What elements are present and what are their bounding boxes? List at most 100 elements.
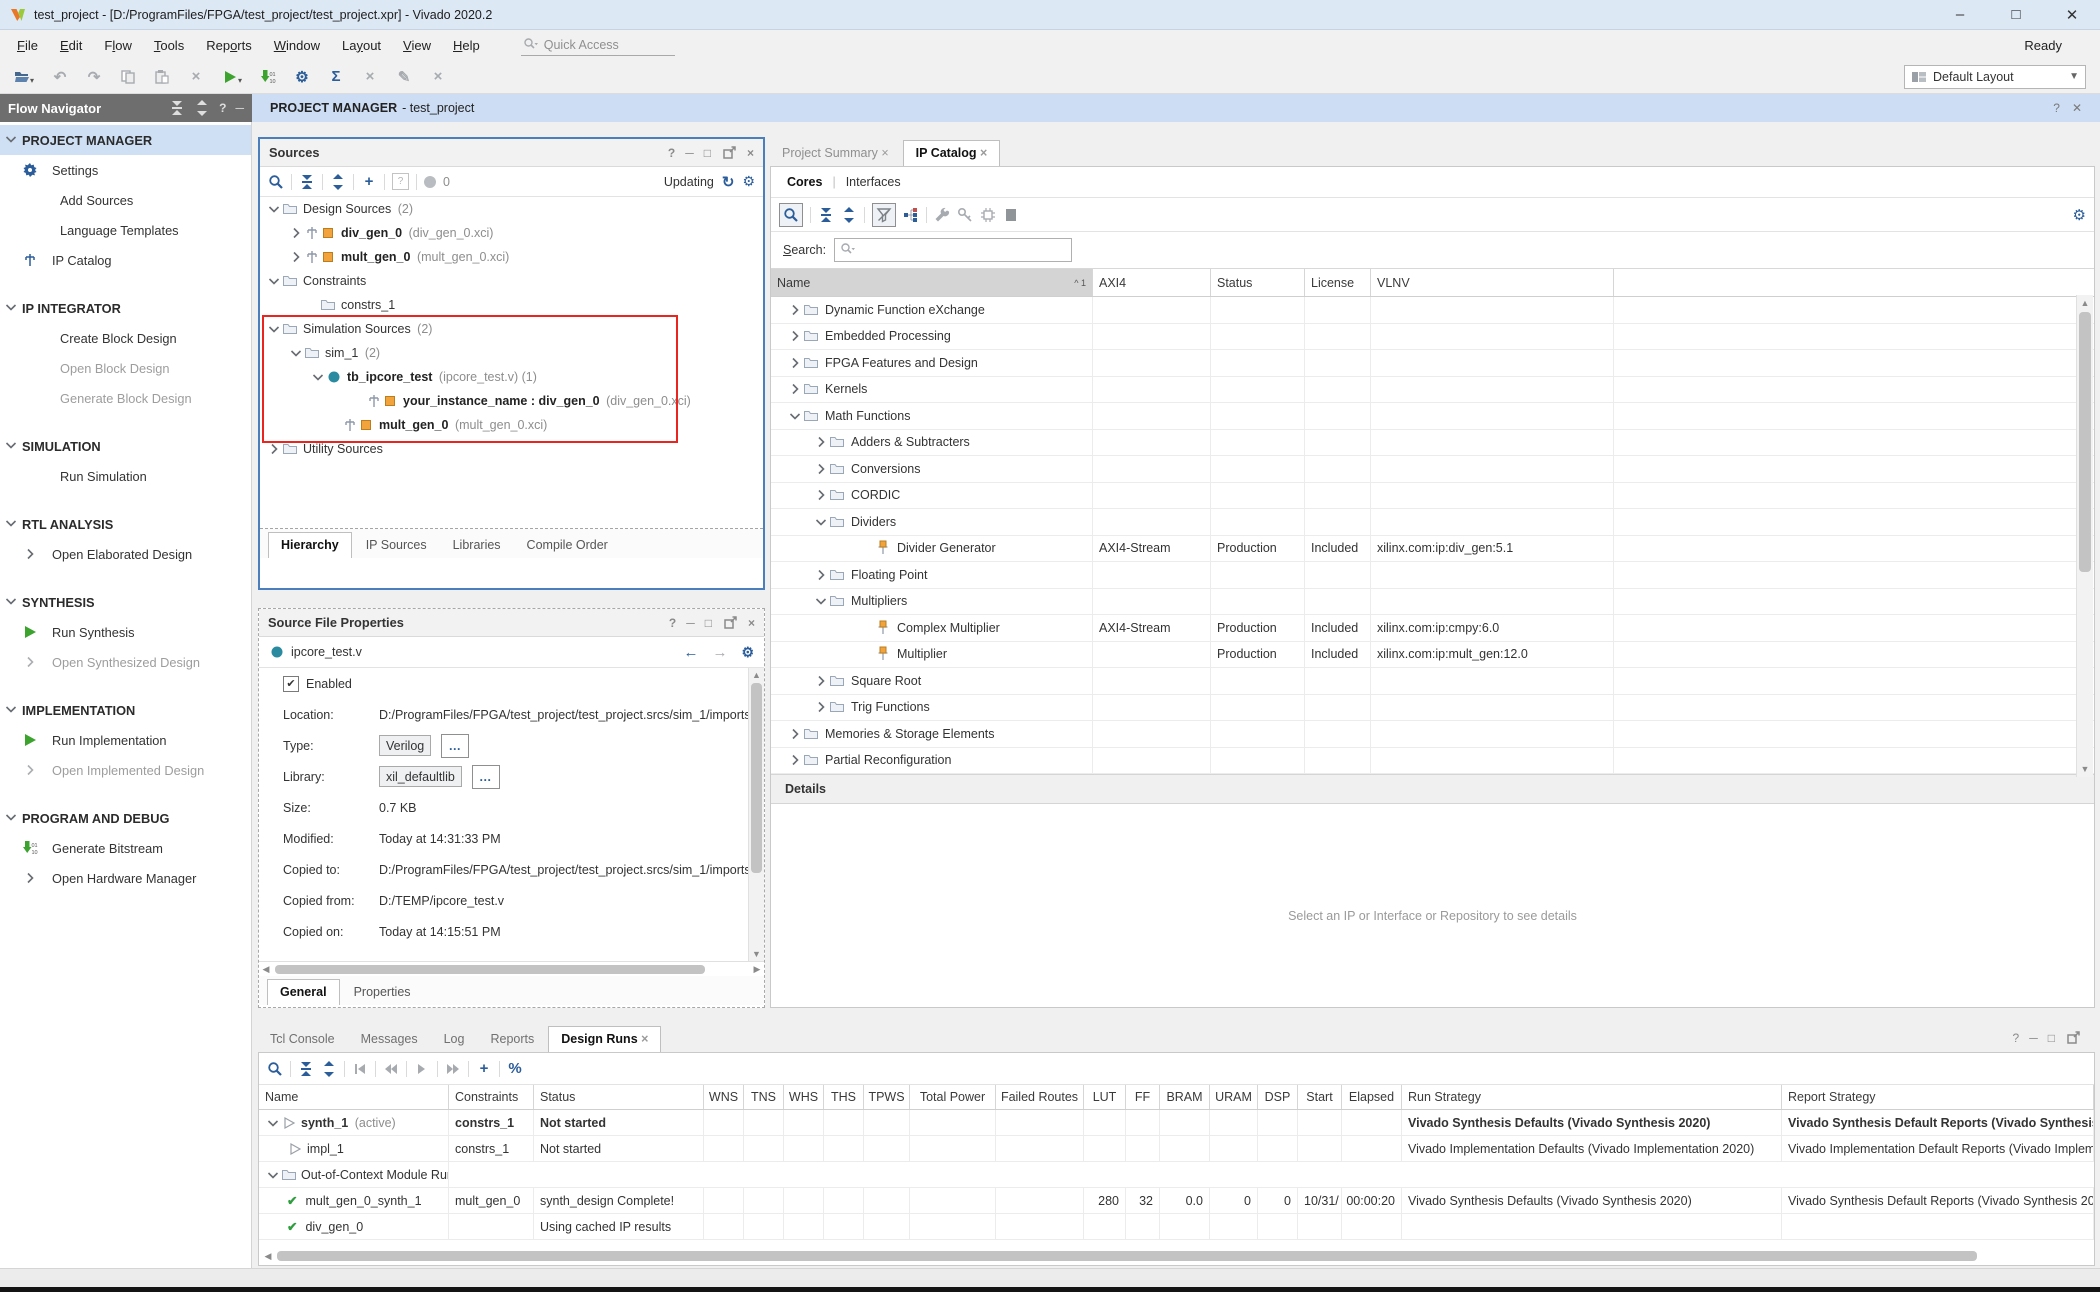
key-button[interactable] bbox=[957, 207, 973, 223]
source-tree-row[interactable]: div_gen_0 (div_gen_0.xci) bbox=[260, 221, 763, 245]
column-header-ths[interactable]: THS bbox=[824, 1085, 864, 1109]
close-x-button[interactable]: × bbox=[430, 69, 446, 85]
sidebar-item-run-simulation[interactable]: Run Simulation bbox=[0, 461, 251, 491]
column-header-axi4[interactable]: AXI4 bbox=[1093, 269, 1211, 296]
flow-section-header-synthesis[interactable]: SYNTHESIS bbox=[0, 587, 251, 617]
skip-start-button[interactable] bbox=[352, 1061, 368, 1077]
forward-arrow-icon[interactable]: → bbox=[712, 644, 727, 661]
ip-catalog-row[interactable]: Square Root bbox=[771, 668, 2094, 695]
chevron-right-icon[interactable] bbox=[813, 673, 829, 689]
design-run-row[interactable]: Out-of-Context Module Runs bbox=[259, 1162, 2094, 1188]
collapse-all-button[interactable] bbox=[298, 1061, 314, 1077]
ip-catalog-row[interactable]: Kernels bbox=[771, 377, 2094, 404]
horizontal-scrollbar[interactable]: ◀▶ bbox=[259, 961, 764, 976]
menu-flow[interactable]: Flow bbox=[93, 34, 142, 57]
chevron-down-icon[interactable] bbox=[265, 1115, 281, 1131]
ip-catalog-row[interactable]: Embedded Processing bbox=[771, 324, 2094, 351]
tab-reports[interactable]: Reports bbox=[478, 1027, 546, 1052]
gear-icon[interactable]: ⚙ bbox=[2073, 206, 2086, 224]
ip-catalog-row[interactable]: Divider GeneratorAXI4-StreamProductionIn… bbox=[771, 536, 2094, 563]
undo-button[interactable]: ↶ bbox=[52, 69, 68, 85]
source-tree-row[interactable]: constrs_1 bbox=[260, 293, 763, 317]
column-header-ff[interactable]: FF bbox=[1126, 1085, 1160, 1109]
paste-button[interactable] bbox=[154, 69, 170, 85]
column-header-tpws[interactable]: TPWS bbox=[864, 1085, 910, 1109]
vertical-scrollbar[interactable]: ▲▼ bbox=[748, 668, 764, 961]
column-header-status[interactable]: Status bbox=[1211, 269, 1305, 296]
design-run-row[interactable]: ✔mult_gen_0_synth_1mult_gen_0synth_desig… bbox=[259, 1188, 2094, 1214]
column-header-lut[interactable]: LUT bbox=[1084, 1085, 1126, 1109]
sidebar-item-settings[interactable]: Settings bbox=[0, 155, 251, 185]
tab-compile-order[interactable]: Compile Order bbox=[515, 533, 620, 558]
search-button[interactable] bbox=[267, 1061, 283, 1077]
ip-catalog-row[interactable]: Conversions bbox=[771, 456, 2094, 483]
expand-all-button[interactable] bbox=[321, 1061, 337, 1077]
column-header-uram[interactable]: URAM bbox=[1210, 1085, 1258, 1109]
ip-catalog-row[interactable]: Math Functions bbox=[771, 403, 2094, 430]
gear-icon[interactable]: ⚙ bbox=[741, 644, 754, 661]
minimize-icon[interactable]: ─ bbox=[2029, 1031, 2038, 1045]
design-run-row[interactable]: synth_1 (active)constrs_1Not startedViva… bbox=[259, 1110, 2094, 1136]
source-tree-row[interactable]: Simulation Sources (2) bbox=[260, 317, 763, 341]
tab-properties[interactable]: Properties bbox=[342, 980, 423, 1005]
column-header-name[interactable]: Name bbox=[259, 1085, 449, 1109]
close-icon[interactable]: × bbox=[878, 146, 889, 160]
flow-section-header-rtl-analysis[interactable]: RTL ANALYSIS bbox=[0, 509, 251, 539]
menu-help[interactable]: Help bbox=[442, 34, 491, 57]
percent-button[interactable]: % bbox=[507, 1061, 523, 1077]
flow-section-header-ip-integrator[interactable]: IP INTEGRATOR bbox=[0, 293, 251, 323]
ip-catalog-row[interactable]: CORDIC bbox=[771, 483, 2094, 510]
chevron-right-icon[interactable] bbox=[787, 381, 803, 397]
sidebar-item-open-synthesized-design[interactable]: Open Synthesized Design bbox=[0, 647, 251, 677]
subtab-interfaces[interactable]: Interfaces bbox=[846, 175, 901, 189]
source-tree-row[interactable]: your_instance_name : div_gen_0 (div_gen_… bbox=[260, 389, 763, 413]
chevron-right-icon[interactable] bbox=[813, 434, 829, 450]
next1-button[interactable] bbox=[414, 1061, 430, 1077]
tab-design-runs[interactable]: Design Runs × bbox=[548, 1026, 661, 1052]
menu-reports[interactable]: Reports bbox=[195, 34, 263, 57]
tab-ip-sources[interactable]: IP Sources bbox=[354, 533, 439, 558]
refresh-icon[interactable]: ↻ bbox=[722, 173, 735, 191]
design-run-row[interactable]: impl_1constrs_1Not startedVivado Impleme… bbox=[259, 1136, 2094, 1162]
close-icon[interactable]: ✕ bbox=[2072, 101, 2082, 115]
sidebar-item-open-implemented-design[interactable]: Open Implemented Design bbox=[0, 755, 251, 785]
column-header-vlnv[interactable]: VLNV bbox=[1371, 269, 1614, 296]
chevron-right-icon[interactable] bbox=[266, 441, 282, 457]
column-header-license[interactable]: License bbox=[1305, 269, 1371, 296]
source-tree-row[interactable]: Utility Sources bbox=[260, 437, 763, 461]
settings-gear-button[interactable]: ⚙ bbox=[294, 69, 310, 85]
column-header-dsp[interactable]: DSP bbox=[1258, 1085, 1298, 1109]
gear-icon[interactable]: ⚙ bbox=[742, 173, 755, 190]
wrench-button[interactable] bbox=[934, 207, 950, 223]
subtab-cores[interactable]: Cores bbox=[787, 175, 822, 189]
ip-catalog-row[interactable]: FPGA Features and Design bbox=[771, 350, 2094, 377]
browse-button[interactable]: … bbox=[472, 765, 500, 789]
column-header-status[interactable]: Status bbox=[534, 1085, 704, 1109]
ip-catalog-row[interactable]: MultiplierProductionIncludedxilinx.com:i… bbox=[771, 642, 2094, 669]
ip-catalog-row[interactable]: Dynamic Function eXchange bbox=[771, 297, 2094, 324]
menu-file[interactable]: File bbox=[6, 34, 49, 57]
collapse-all-button[interactable] bbox=[299, 174, 315, 190]
ip-search-input[interactable] bbox=[834, 238, 1072, 262]
column-header-bram[interactable]: BRAM bbox=[1160, 1085, 1210, 1109]
float-icon[interactable] bbox=[721, 145, 737, 161]
collapse-all-icon[interactable] bbox=[169, 100, 185, 116]
float-icon[interactable] bbox=[722, 615, 738, 631]
back-arrow-icon[interactable]: ← bbox=[683, 644, 698, 661]
generate-bitstream-button[interactable]: 0110 bbox=[260, 69, 276, 85]
menu-layout[interactable]: Layout bbox=[331, 34, 392, 57]
help-icon[interactable]: ? bbox=[669, 616, 676, 630]
column-header-wns[interactable]: WNS bbox=[704, 1085, 744, 1109]
sidebar-item-language-templates[interactable]: Language Templates bbox=[0, 215, 251, 245]
flow-section-header-program-and-debug[interactable]: PROGRAM AND DEBUG bbox=[0, 803, 251, 833]
flow-section-header-simulation[interactable]: SIMULATION bbox=[0, 431, 251, 461]
chevron-down-icon[interactable] bbox=[813, 514, 829, 530]
search-button[interactable] bbox=[268, 174, 284, 190]
ip-catalog-row[interactable]: Floating Point bbox=[771, 562, 2094, 589]
edit-pencil-button[interactable]: ✎ bbox=[396, 69, 412, 85]
help-icon[interactable]: ? bbox=[668, 146, 675, 160]
expand-all-button[interactable] bbox=[330, 174, 346, 190]
sidebar-item-generate-bitstream[interactable]: 0110Generate Bitstream bbox=[0, 833, 251, 863]
property-input-library[interactable]: xil_defaultlib bbox=[379, 766, 462, 787]
source-tree-row[interactable]: tb_ipcore_test (ipcore_test.v) (1) bbox=[260, 365, 763, 389]
